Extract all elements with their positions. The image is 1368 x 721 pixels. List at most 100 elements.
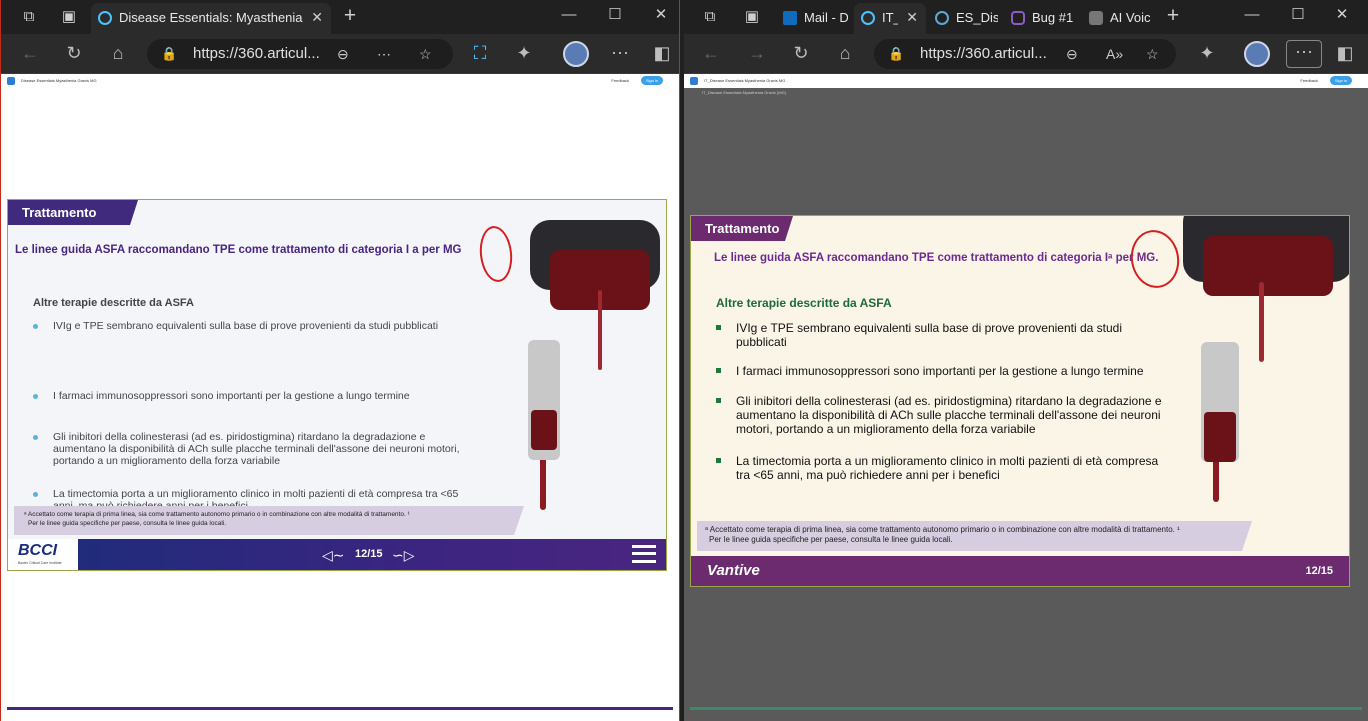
browser-toolbar: ← ↻ ⌂ 🔒 https://360.articul... ⊖ ⋯ ☆ ⛶ ✦… <box>1 34 679 74</box>
address-bar[interactable]: 🔒 https://360.articul... ⊖ ⋯ ☆ <box>147 39 453 69</box>
signin-button[interactable]: Sign in <box>641 76 663 85</box>
tab-it[interactable]: IT_ ✕ <box>854 3 926 34</box>
minimize-button[interactable]: — <box>1234 4 1270 28</box>
left-browser-window: ⧉ ▣ Disease Essentials: Myasthenia Gr ✕ … <box>0 0 680 721</box>
breadcrumb: IT_Disease Essentials Myasthenia Gravis … <box>702 90 787 95</box>
back-icon[interactable]: ← <box>17 42 43 66</box>
maximize-button[interactable]: ☐ <box>1280 4 1316 28</box>
settings-more-icon[interactable]: ⋯ <box>1286 40 1322 68</box>
bullet-dot <box>33 324 38 329</box>
edge-icon <box>935 11 949 25</box>
progress-scrollbar[interactable] <box>690 707 1362 710</box>
signin-button[interactable]: Sign in <box>1330 76 1352 85</box>
bullet-square <box>716 398 721 403</box>
site-logo <box>7 77 15 85</box>
tab-bar: ⧉ ▣ Mail - D IT_ ✕ ES_Dise Bug #1 AI Voi… <box>684 0 1368 34</box>
site-logo <box>690 77 698 85</box>
zoom-icon[interactable]: ⊖ <box>337 39 349 69</box>
slide: Trattamento Le linee guida ASFA raccoman… <box>690 215 1350 587</box>
pause-icon <box>1089 11 1103 25</box>
settings-more-icon[interactable]: ⋯ <box>607 42 633 66</box>
page-content: Disease Essentials Myasthenia Gravis MG … <box>1 74 679 721</box>
sidebar-toggle-icon[interactable]: ◧ <box>649 42 675 66</box>
tab-es-disease[interactable]: ES_Dise <box>928 3 1002 34</box>
profile-avatar[interactable] <box>1244 41 1270 67</box>
slide-footer-bar: Vantive 12/15 <box>691 556 1349 586</box>
close-window-button[interactable]: ✕ <box>1324 4 1360 28</box>
sidebar-toggle-icon[interactable]: ◧ <box>1332 42 1358 66</box>
tab-bar: ⧉ ▣ Disease Essentials: Myasthenia Gr ✕ … <box>1 0 679 34</box>
minimize-button[interactable]: — <box>551 4 587 28</box>
close-tab-icon[interactable]: ✕ <box>311 3 323 32</box>
lock-icon: 🔒 <box>888 46 905 61</box>
extensions-icon[interactable]: ✦ <box>511 42 537 66</box>
devops-icon <box>1011 11 1025 25</box>
feedback-link[interactable]: Feedback <box>611 78 629 83</box>
slide-subheading: Altre terapie descritte da ASFA <box>716 296 892 310</box>
footnote: ᵃ Accettato come terapia di prima linea,… <box>697 521 1252 551</box>
address-bar[interactable]: 🔒 https://360.articul... ⊖ A» ☆ <box>874 39 1176 69</box>
bullet-square <box>716 368 721 373</box>
favorite-star-icon[interactable]: ☆ <box>1146 39 1159 69</box>
tab-mail[interactable]: Mail - D <box>776 3 852 34</box>
feedback-link[interactable]: Feedback <box>1300 78 1318 83</box>
prev-slide-icon[interactable]: ◁∼ <box>322 547 345 564</box>
new-tab-button[interactable]: + <box>1160 5 1186 29</box>
edge-icon <box>98 11 112 25</box>
slide: Trattamento Le linee guida ASFA raccoman… <box>7 199 667 571</box>
forward-icon[interactable]: → <box>744 42 770 66</box>
more-page-icon[interactable]: ⋯ <box>377 39 391 69</box>
outlook-icon <box>783 11 797 25</box>
refresh-icon[interactable]: ↻ <box>788 42 814 66</box>
menu-icon[interactable] <box>632 545 656 563</box>
bcci-logo: BCCI Baxter Critical Care Institute <box>8 539 78 570</box>
read-aloud-icon[interactable]: A» <box>1106 39 1123 69</box>
next-slide-icon[interactable]: ∽▷ <box>392 547 415 564</box>
slide-headline: Le linee guida ASFA raccomandano TPE com… <box>15 244 462 256</box>
page-counter: 12/15 <box>355 548 383 560</box>
maximize-button[interactable]: ☐ <box>597 4 633 28</box>
bullet-dot <box>33 394 38 399</box>
edge-icon <box>861 11 875 25</box>
bullet-dot <box>33 492 38 497</box>
tab-actions-icon[interactable]: ▣ <box>57 6 81 28</box>
tab-ai-voice[interactable]: AI Voic <box>1082 3 1160 34</box>
bullet-dot <box>33 435 38 440</box>
slide-subheading: Altre terapie descritte da ASFA <box>33 297 194 309</box>
blood-bag-image <box>1161 216 1349 512</box>
tab-actions-icon[interactable]: ▣ <box>740 6 764 28</box>
profile-avatar[interactable] <box>563 41 589 67</box>
right-browser-window: ⧉ ▣ Mail - D IT_ ✕ ES_Dise Bug #1 AI Voi… <box>684 0 1368 721</box>
new-tab-button[interactable]: + <box>337 5 363 29</box>
lock-icon: 🔒 <box>161 46 178 61</box>
bullet-item: La timectomia porta a un miglioramento c… <box>33 488 463 506</box>
progress-scrollbar[interactable] <box>7 707 673 710</box>
close-window-button[interactable]: ✕ <box>643 4 679 28</box>
workspaces-icon[interactable]: ⧉ <box>698 6 722 28</box>
workspaces-icon[interactable]: ⧉ <box>17 6 41 28</box>
footnote: ᵃ Accettato come terapia di prima linea,… <box>14 506 524 535</box>
page-header: Disease Essentials Myasthenia Gravis MG … <box>1 74 679 88</box>
slide-footer-bar: BCCI Baxter Critical Care Institute ◁∼ 1… <box>8 539 666 570</box>
close-tab-icon[interactable]: ✕ <box>906 3 918 32</box>
tab-disease-essentials[interactable]: Disease Essentials: Myasthenia Gr ✕ <box>91 3 331 34</box>
section-header: Trattamento <box>8 200 138 225</box>
zoom-icon[interactable]: ⊖ <box>1066 39 1078 69</box>
screenshot-icon[interactable]: ⛶ <box>467 42 493 66</box>
section-header: Trattamento <box>691 216 793 241</box>
page-content: IT_Disease Essentials Myasthenia Gravis … <box>684 74 1368 721</box>
vantive-logo: Vantive <box>707 562 760 579</box>
page-counter: 12/15 <box>1305 565 1333 577</box>
browser-toolbar: ← → ↻ ⌂ 🔒 https://360.articul... ⊖ A» ☆ … <box>684 34 1368 74</box>
bullet-square <box>716 325 721 330</box>
home-icon[interactable]: ⌂ <box>832 42 858 66</box>
slide-headline: Le linee guida ASFA raccomandano TPE com… <box>714 252 1159 264</box>
favorite-star-icon[interactable]: ☆ <box>419 39 432 69</box>
page-header: IT_Disease Essentials Myasthenia Gravis … <box>684 74 1368 88</box>
bullet-square <box>716 458 721 463</box>
home-icon[interactable]: ⌂ <box>105 42 131 66</box>
refresh-icon[interactable]: ↻ <box>61 42 87 66</box>
extensions-icon[interactable]: ✦ <box>1194 42 1220 66</box>
tab-bug[interactable]: Bug #1 <box>1004 3 1080 34</box>
back-icon[interactable]: ← <box>698 42 724 66</box>
